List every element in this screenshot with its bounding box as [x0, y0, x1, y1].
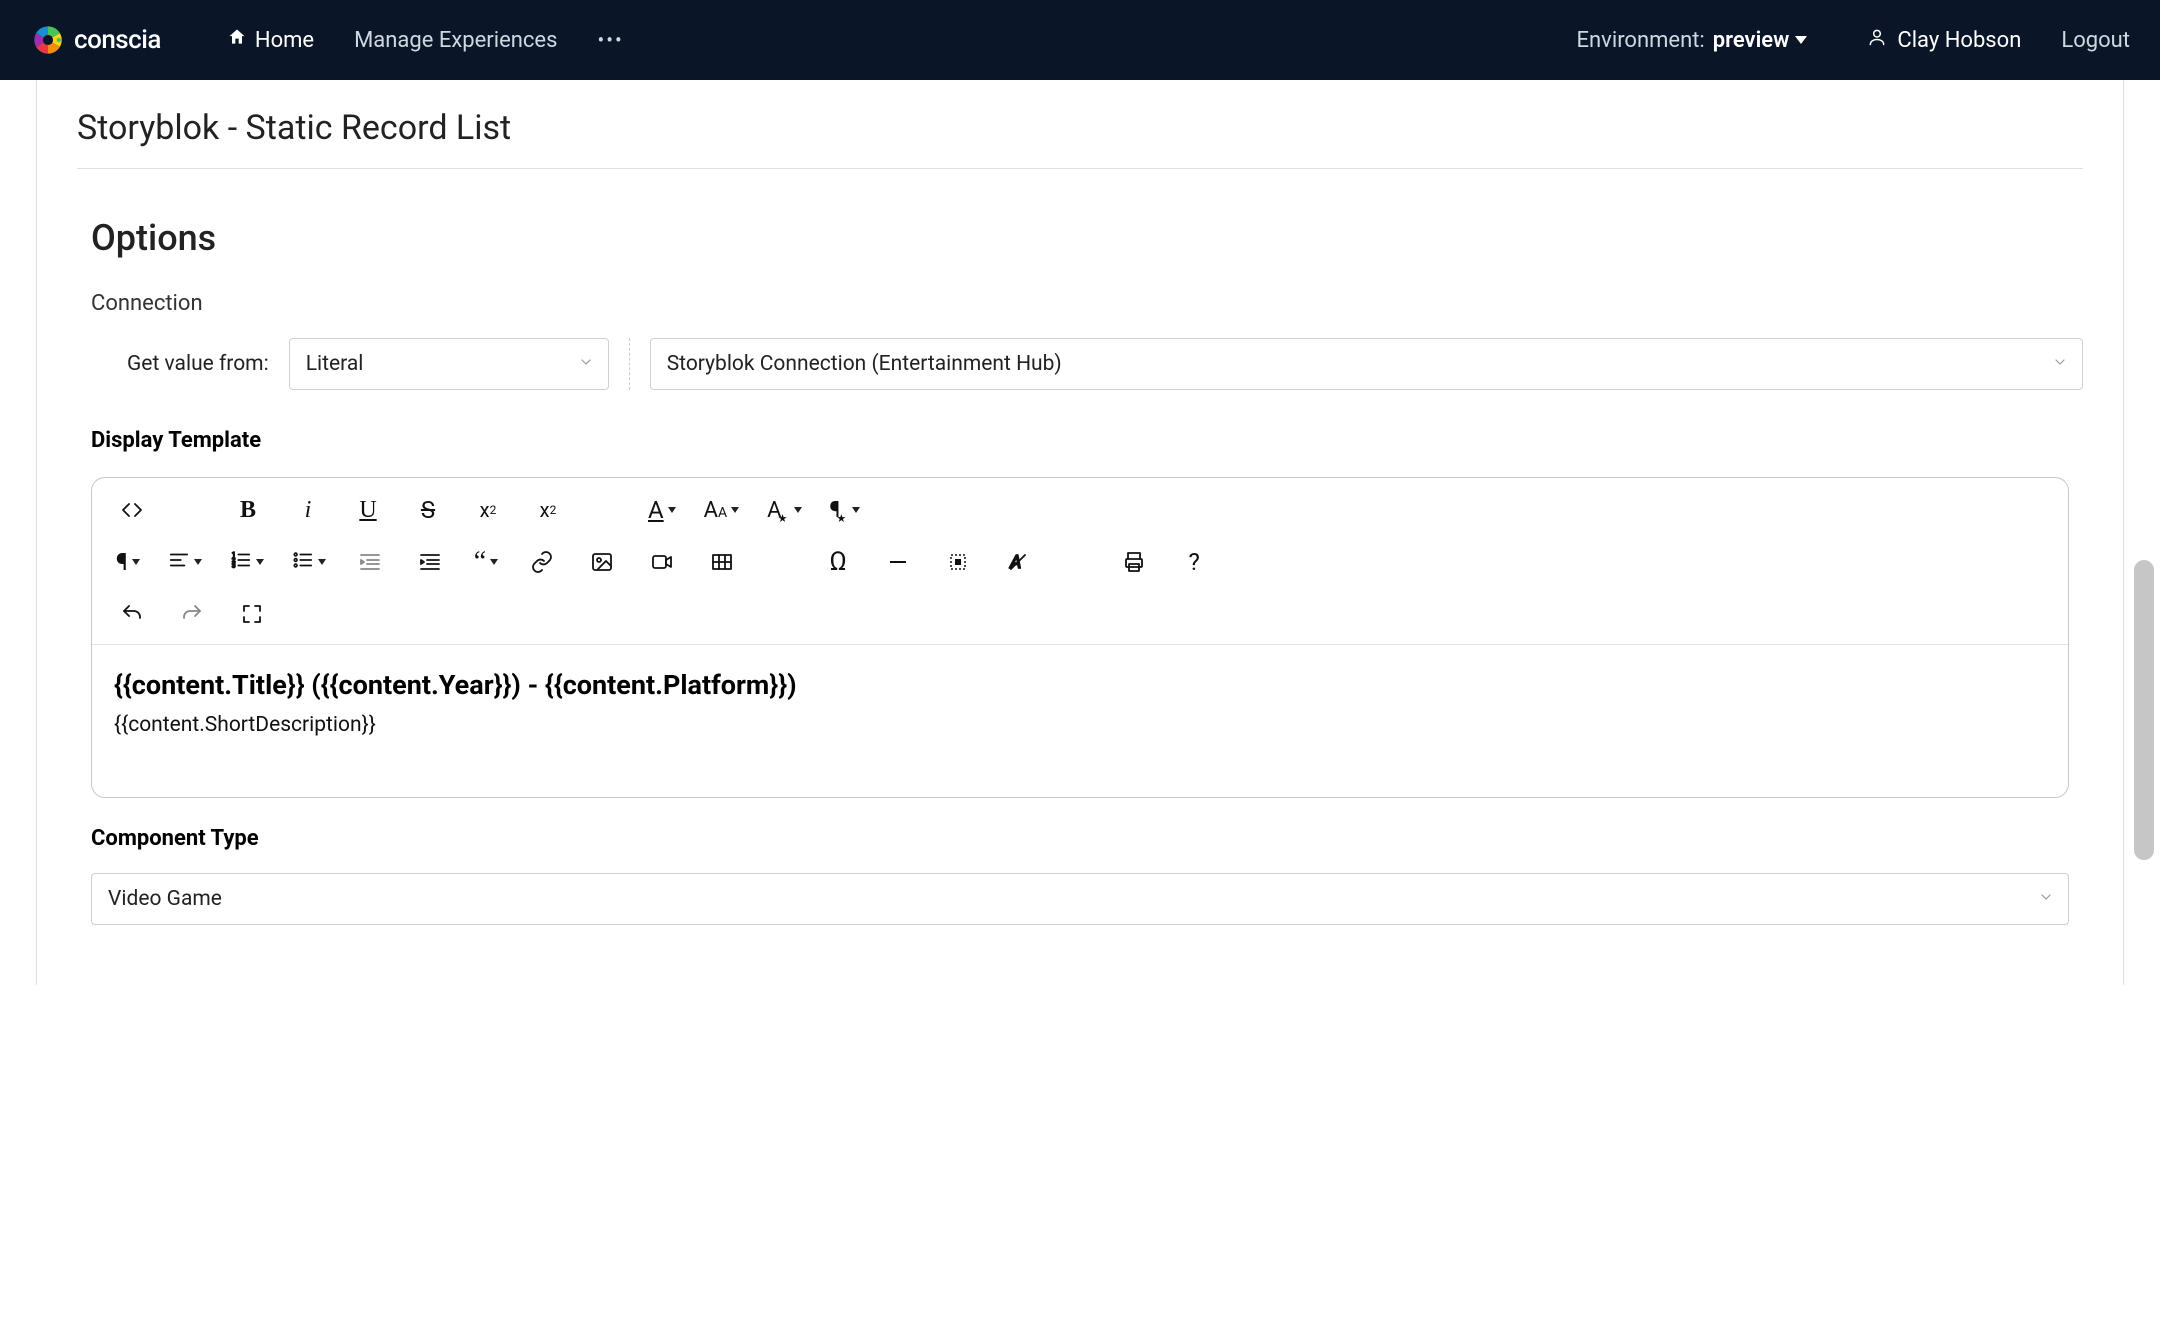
connection-select[interactable]: Storyblok Connection (Entertainment Hub)	[650, 338, 2083, 390]
nav-more-menu[interactable]: •••	[577, 28, 643, 52]
chevron-down-icon	[794, 507, 802, 513]
nav-home[interactable]: Home	[207, 27, 334, 53]
quote-dropdown[interactable]: “	[474, 554, 498, 570]
help-button[interactable]: ?	[1178, 546, 1210, 578]
component-title: Storyblok - Static Record List	[77, 80, 2083, 169]
quote-icon: “	[474, 554, 486, 570]
unordered-list-icon	[292, 549, 314, 575]
component-type-select[interactable]: Video Game	[91, 873, 2069, 925]
chevron-down-icon	[852, 507, 860, 513]
video-button[interactable]	[646, 546, 678, 578]
subscript-button[interactable]: x2	[472, 494, 504, 526]
toolbar-row-3	[116, 598, 2044, 630]
chevron-down-icon	[318, 559, 326, 565]
italic-button[interactable]: i	[292, 494, 324, 526]
font-size-dropdown[interactable]: AA	[704, 498, 740, 523]
font-color-dropdown[interactable]: A	[648, 496, 676, 524]
environment-value: preview	[1713, 28, 1790, 53]
select-all-button[interactable]	[942, 546, 974, 578]
logo-text: conscia	[74, 25, 161, 55]
paragraph-style-dropdown[interactable]: ¶★	[830, 498, 861, 523]
app-header: conscia Home Manage Experiences ••• Envi…	[0, 0, 2160, 80]
chevron-down-icon	[132, 559, 140, 565]
logo-icon	[30, 22, 66, 58]
user-name-label: Clay Hobson	[1897, 28, 2021, 53]
get-value-from-value: Literal	[306, 352, 364, 376]
logout-label: Logout	[2061, 28, 2130, 53]
toolbar-row-2: ¶ 123	[116, 546, 2044, 578]
toolbar-row-1: B i U S x2 x2 A AA A★ ¶★	[116, 494, 2044, 526]
display-template-label: Display Template	[91, 428, 2083, 453]
unordered-list-dropdown[interactable]	[292, 549, 326, 575]
main-content: Storyblok - Static Record List Options C…	[36, 80, 2124, 985]
superscript-button[interactable]: x2	[532, 494, 564, 526]
print-button[interactable]	[1118, 546, 1150, 578]
chevron-down-icon	[578, 352, 594, 376]
nav-home-label: Home	[255, 28, 314, 53]
chevron-down-icon	[2052, 352, 2068, 376]
connection-label: Connection	[91, 291, 2083, 316]
connection-value: Storyblok Connection (Entertainment Hub)	[667, 352, 1062, 376]
rich-text-editor: B i U S x2 x2 A AA A★ ¶★	[91, 477, 2069, 798]
chevron-down-icon	[668, 507, 676, 513]
paragraph-format-dropdown[interactable]: ¶	[116, 548, 140, 576]
horizontal-rule-button[interactable]	[882, 546, 914, 578]
align-left-icon	[168, 549, 190, 575]
nav-manage-experiences[interactable]: Manage Experiences	[334, 28, 577, 53]
get-value-from-select[interactable]: Literal	[289, 338, 609, 390]
svg-text:3: 3	[232, 561, 236, 569]
outdent-button[interactable]	[354, 546, 386, 578]
logo: conscia	[30, 22, 161, 58]
editor-toolbar: B i U S x2 x2 A AA A★ ¶★	[92, 478, 2068, 645]
image-button[interactable]	[586, 546, 618, 578]
ordered-list-icon: 123	[230, 549, 252, 575]
underline-button[interactable]: U	[352, 494, 384, 526]
get-value-from-label: Get value from:	[127, 352, 269, 376]
user-menu[interactable]: Clay Hobson	[1867, 27, 2021, 53]
clear-format-button[interactable]: A	[1002, 546, 1034, 578]
table-button[interactable]	[706, 546, 738, 578]
component-type-label: Component Type	[91, 826, 2083, 851]
chevron-down-icon	[256, 559, 264, 565]
chevron-down-icon	[1795, 36, 1807, 44]
chevron-down-icon	[490, 559, 498, 565]
home-icon	[227, 27, 247, 53]
fullscreen-button[interactable]	[236, 598, 268, 630]
special-chars-button[interactable]: Ω	[822, 546, 854, 578]
environment-label: Environment:	[1577, 28, 1705, 53]
strikethrough-button[interactable]: S	[412, 494, 444, 526]
chevron-down-icon	[194, 559, 202, 565]
template-line-2: {{content.ShortDescription}}	[114, 713, 2046, 737]
undo-button[interactable]	[116, 598, 148, 630]
inline-style-dropdown[interactable]: A★	[767, 498, 801, 523]
connection-row: Get value from: Literal Storyblok Connec…	[91, 338, 2083, 390]
indent-button[interactable]	[414, 546, 446, 578]
options-section-title: Options	[91, 217, 2083, 259]
code-view-button[interactable]	[116, 494, 148, 526]
redo-button[interactable]	[176, 598, 208, 630]
component-type-value: Video Game	[108, 887, 222, 911]
chevron-down-icon	[2038, 887, 2054, 911]
logout-link[interactable]: Logout	[2061, 28, 2130, 53]
align-dropdown[interactable]	[168, 549, 202, 575]
user-icon	[1867, 27, 1887, 53]
editor-content-area[interactable]: {{content.Title}} ({{content.Year}}) - {…	[92, 645, 2068, 797]
nav-manage-label: Manage Experiences	[354, 28, 557, 53]
environment-selector[interactable]: Environment: preview	[1577, 28, 1808, 53]
divider	[629, 338, 630, 390]
template-line-1: {{content.Title}} ({{content.Year}}) - {…	[114, 669, 2046, 701]
chevron-down-icon	[731, 507, 739, 513]
bold-button[interactable]: B	[232, 494, 264, 526]
ordered-list-dropdown[interactable]: 123	[230, 549, 264, 575]
link-button[interactable]	[526, 546, 558, 578]
scrollbar-thumb[interactable]	[2134, 560, 2154, 860]
